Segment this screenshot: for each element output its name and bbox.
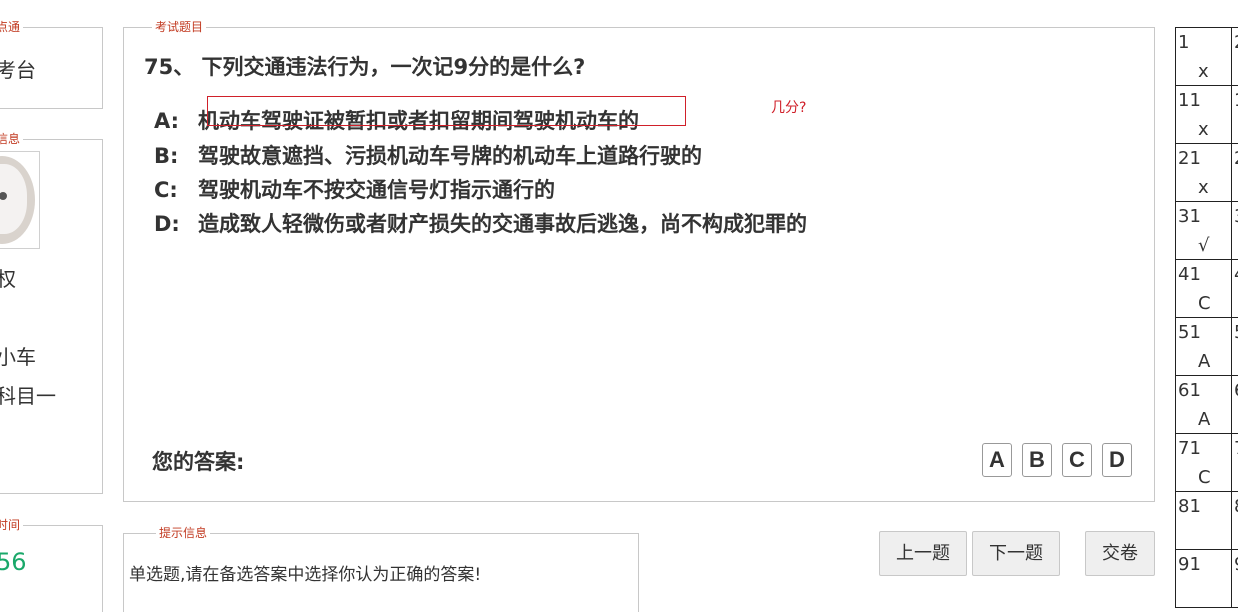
- grid-row[interactable]: 61 A 6: [1175, 376, 1238, 434]
- grid-question-number: 21: [1178, 148, 1201, 169]
- grid-answer-mark: A: [1198, 409, 1211, 430]
- grid-next-number: 2: [1234, 32, 1238, 53]
- grid-cell[interactable]: 91: [1175, 550, 1232, 608]
- avatar: [0, 151, 40, 249]
- prev-question-button[interactable]: 上一题: [879, 531, 967, 576]
- grid-question-number: 91: [1178, 554, 1201, 575]
- answer-label: 您的答案:: [152, 450, 245, 474]
- option-c[interactable]: C: 驾驶机动车不按交通信号灯指示通行的: [154, 174, 555, 204]
- grid-row[interactable]: 21 x 2: [1175, 144, 1238, 202]
- grid-cell[interactable]: 31 √: [1175, 202, 1232, 260]
- grid-cell[interactable]: 41 C: [1175, 260, 1232, 318]
- annotation-note: 几分?: [771, 100, 807, 116]
- left-info-3: 科目一: [0, 384, 56, 408]
- grid-cell[interactable]: 21 x: [1175, 144, 1232, 202]
- grid-answer-mark: √: [1198, 235, 1210, 256]
- option-d-letter: D:: [154, 212, 180, 236]
- option-c-letter: C:: [154, 178, 178, 202]
- grid-question-number: 81: [1178, 496, 1201, 517]
- next-question-button[interactable]: 下一题: [972, 531, 1060, 576]
- grid-row[interactable]: 11 x 1: [1175, 86, 1238, 144]
- grid-next-number: 6: [1234, 380, 1238, 401]
- left-section-1-text: 考台: [0, 58, 36, 82]
- grid-cell[interactable]: 11 x: [1175, 86, 1232, 144]
- grid-answer-mark: A: [1198, 351, 1211, 372]
- grid-answer-mark: C: [1198, 293, 1211, 314]
- left-info-2: 小车: [0, 345, 36, 369]
- grid-row[interactable]: 41 C 4: [1175, 260, 1238, 318]
- submit-exam-button[interactable]: 交卷: [1085, 531, 1155, 576]
- left-section-1-legend: 点通: [0, 20, 24, 34]
- grid-row[interactable]: 71 C 7: [1175, 434, 1238, 492]
- grid-question-number: 31: [1178, 206, 1201, 227]
- left-info-1: 权: [0, 267, 16, 291]
- answer-grid: 1x211x121x231√341C451A561A671C7818919: [1175, 27, 1238, 608]
- answer-button-d[interactable]: D: [1102, 443, 1132, 477]
- grid-next-number: 9: [1234, 554, 1238, 575]
- grid-row[interactable]: 91 9: [1175, 550, 1238, 608]
- option-d[interactable]: D: 造成致人轻微伤或者财产损失的交通事故后逃逸，尚不构成犯罪的: [154, 208, 807, 238]
- question-title: 75、 下列交通违法行为，一次记9分的是什么?: [144, 55, 586, 79]
- grid-row[interactable]: 31 √ 3: [1175, 202, 1238, 260]
- option-c-text: 驾驶机动车不按交通信号灯指示通行的: [198, 178, 555, 202]
- grid-answer-mark: x: [1198, 119, 1209, 140]
- answer-button-a[interactable]: A: [982, 443, 1012, 477]
- left-section-3-legend: 时间: [0, 518, 24, 532]
- grid-next-number: 3: [1234, 206, 1238, 227]
- grid-answer-mark: C: [1198, 467, 1211, 488]
- grid-cell[interactable]: 81: [1175, 492, 1232, 550]
- grid-cell[interactable]: 61 A: [1175, 376, 1232, 434]
- option-a-letter: A:: [154, 109, 180, 133]
- option-b-letter: B:: [154, 144, 179, 168]
- question-legend: 考试题目: [152, 20, 207, 34]
- grid-question-number: 71: [1178, 438, 1201, 459]
- grid-next-number: 5: [1234, 322, 1238, 343]
- left-section-2-legend: 信息: [0, 132, 24, 146]
- grid-row[interactable]: 81 8: [1175, 492, 1238, 550]
- grid-question-number: 11: [1178, 90, 1201, 111]
- grid-question-number: 41: [1178, 264, 1201, 285]
- grid-question-number: 61: [1178, 380, 1201, 401]
- option-b[interactable]: B: 驾驶故意遮挡、污损机动车号牌的机动车上道路行驶的: [154, 140, 702, 170]
- grid-question-number: 51: [1178, 322, 1201, 343]
- grid-next-number: 8: [1234, 496, 1238, 517]
- option-b-text: 驾驶故意遮挡、污损机动车号牌的机动车上道路行驶的: [198, 144, 702, 168]
- answer-button-b[interactable]: B: [1022, 443, 1052, 477]
- hint-legend: 提示信息: [156, 526, 211, 540]
- grid-cell[interactable]: 71 C: [1175, 434, 1232, 492]
- grid-row[interactable]: 51 A 5: [1175, 318, 1238, 376]
- option-d-text: 造成致人轻微伤或者财产损失的交通事故后逃逸，尚不构成犯罪的: [198, 212, 807, 236]
- grid-next-number: 7: [1234, 438, 1238, 459]
- grid-next-number: 4: [1234, 264, 1238, 285]
- grid-question-number: 1: [1178, 32, 1190, 53]
- grid-row[interactable]: 1x2: [1175, 28, 1238, 86]
- annotation-highlight-box: [207, 96, 686, 126]
- answer-button-c[interactable]: C: [1062, 443, 1092, 477]
- timer-text: 56: [0, 548, 27, 576]
- grid-cell[interactable]: 51 A: [1175, 318, 1232, 376]
- hint-text: 单选题,请在备选答案中选择你认为正确的答案!: [129, 565, 482, 585]
- grid-answer-mark: x: [1198, 177, 1209, 198]
- grid-cell[interactable]: 1x: [1175, 28, 1232, 86]
- grid-answer-mark: x: [1198, 61, 1209, 82]
- grid-next-number: 2: [1234, 148, 1238, 169]
- grid-next-number: 1: [1234, 90, 1238, 111]
